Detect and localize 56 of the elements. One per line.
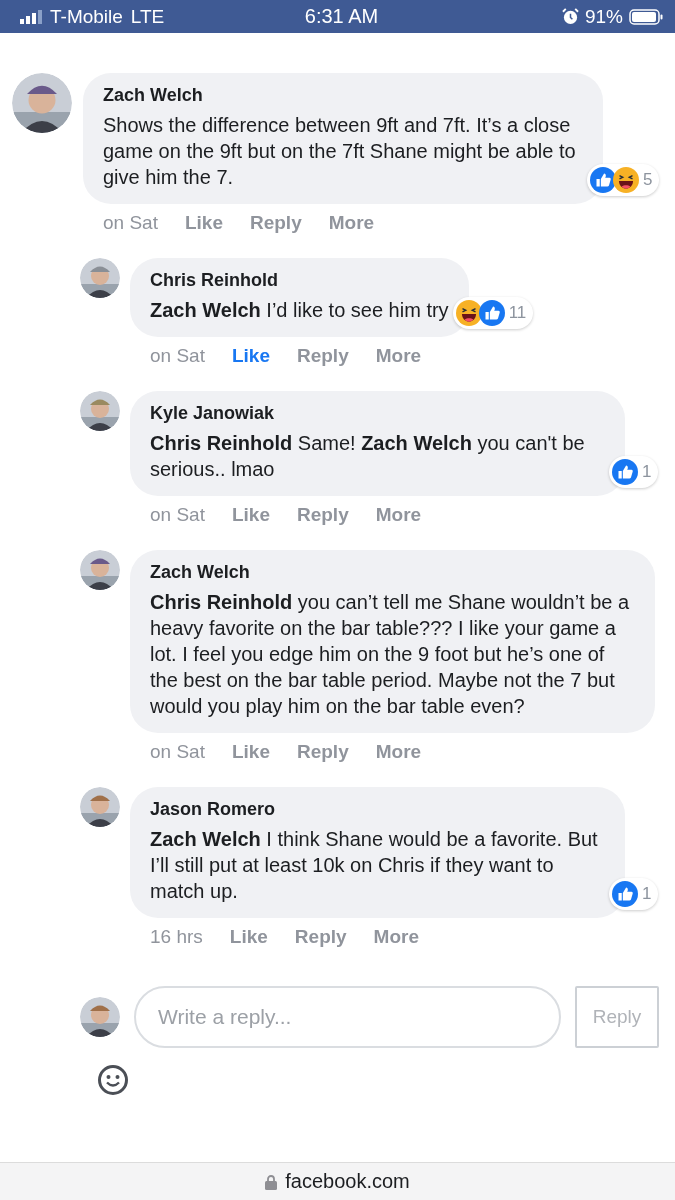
action-link[interactable]: Reply — [296, 345, 349, 367]
action-link[interactable]: Reply — [294, 926, 347, 948]
comment-text: Zach Welch I’d like to see him try — [150, 298, 449, 323]
comment-text: Zach Welch I think Shane would be a favorite. But I’ll still put at least 10k on Chris if they want to match up. — [150, 827, 599, 904]
action-link[interactable]: Like — [184, 212, 223, 234]
thumbs-up-icon — [478, 300, 505, 326]
action-link[interactable]: Reply — [296, 504, 349, 526]
comment-time: 16 hrs — [150, 926, 203, 948]
reaction-badge[interactable]: 11 — [452, 297, 534, 329]
battery-icon — [629, 8, 663, 25]
comment-time: on Sat — [150, 741, 205, 763]
reaction-count: 1 — [642, 462, 652, 482]
reaction-badge[interactable]: 1 — [609, 878, 659, 910]
action-link[interactable]: More — [375, 345, 422, 367]
author-name[interactable]: Chris Reinhold — [150, 270, 449, 291]
comment-text: Chris Reinhold Same! Zach Welch you can't be serious.. lmao — [150, 431, 586, 482]
comment-time: on Sat — [103, 212, 158, 234]
url-text: facebook.com — [285, 1170, 410, 1193]
author-name[interactable]: Jason Romero — [150, 799, 605, 820]
comment-time: on Sat — [150, 504, 205, 526]
action-link[interactable]: More — [328, 212, 375, 234]
author-name[interactable]: Zach Welch — [150, 562, 635, 583]
action-link[interactable]: Reply — [249, 212, 302, 234]
reaction-badge[interactable]: 5 — [587, 164, 660, 196]
comment-text: Shows the difference between 9ft and 7ft. It’s a close game on the 9ft but on the 7ft Shane might be able to give him the 7. — [103, 113, 577, 190]
carrier-name: T-Mobile — [50, 5, 123, 28]
reaction-count: 5 — [643, 170, 653, 190]
comment-time: on Sat — [150, 345, 205, 367]
reaction-count: 1 — [642, 884, 652, 904]
author-name[interactable]: Kyle Janowiak — [150, 403, 605, 424]
lock-icon — [265, 1173, 278, 1190]
action-link[interactable]: Like — [231, 345, 270, 367]
battery-percent: 91% — [584, 5, 623, 28]
thumbs-up-icon — [590, 167, 616, 193]
thumbs-up-icon — [612, 459, 638, 485]
reaction-badge[interactable]: 1 — [609, 456, 659, 488]
action-link[interactable]: Like — [231, 504, 270, 526]
thumbs-up-icon — [612, 881, 638, 907]
action-link[interactable]: Like — [231, 741, 270, 763]
action-link[interactable]: Reply — [296, 741, 349, 763]
reply-button[interactable]: Reply — [575, 986, 659, 1048]
network-type: LTE — [130, 5, 165, 28]
clock-time: 6:31 AM — [303, 5, 380, 28]
smiley-icon[interactable] — [97, 1064, 129, 1096]
comment-text: Chris Reinhold you can’t tell me Shane wouldn’t be a heavy favorite on the bar table??? I like your game a lot. I feel you edge him on the 9 foot but he’s one of the best on the bar table period. Maybe not the 7 but would you play him on the bar table even? — [150, 590, 631, 719]
laughing-emoji-icon — [613, 167, 639, 193]
action-link[interactable]: More — [373, 926, 419, 948]
signal-icon — [20, 9, 42, 24]
action-link[interactable]: Like — [229, 926, 268, 948]
action-link[interactable]: More — [375, 741, 422, 763]
action-link[interactable]: More — [375, 504, 422, 526]
author-name[interactable]: Zach Welch — [103, 85, 583, 106]
reaction-count: 11 — [508, 303, 527, 323]
reply-input[interactable]: Write a reply... — [134, 986, 561, 1048]
alarm-clock-icon — [561, 8, 579, 25]
laughing-emoji-icon — [455, 300, 482, 326]
